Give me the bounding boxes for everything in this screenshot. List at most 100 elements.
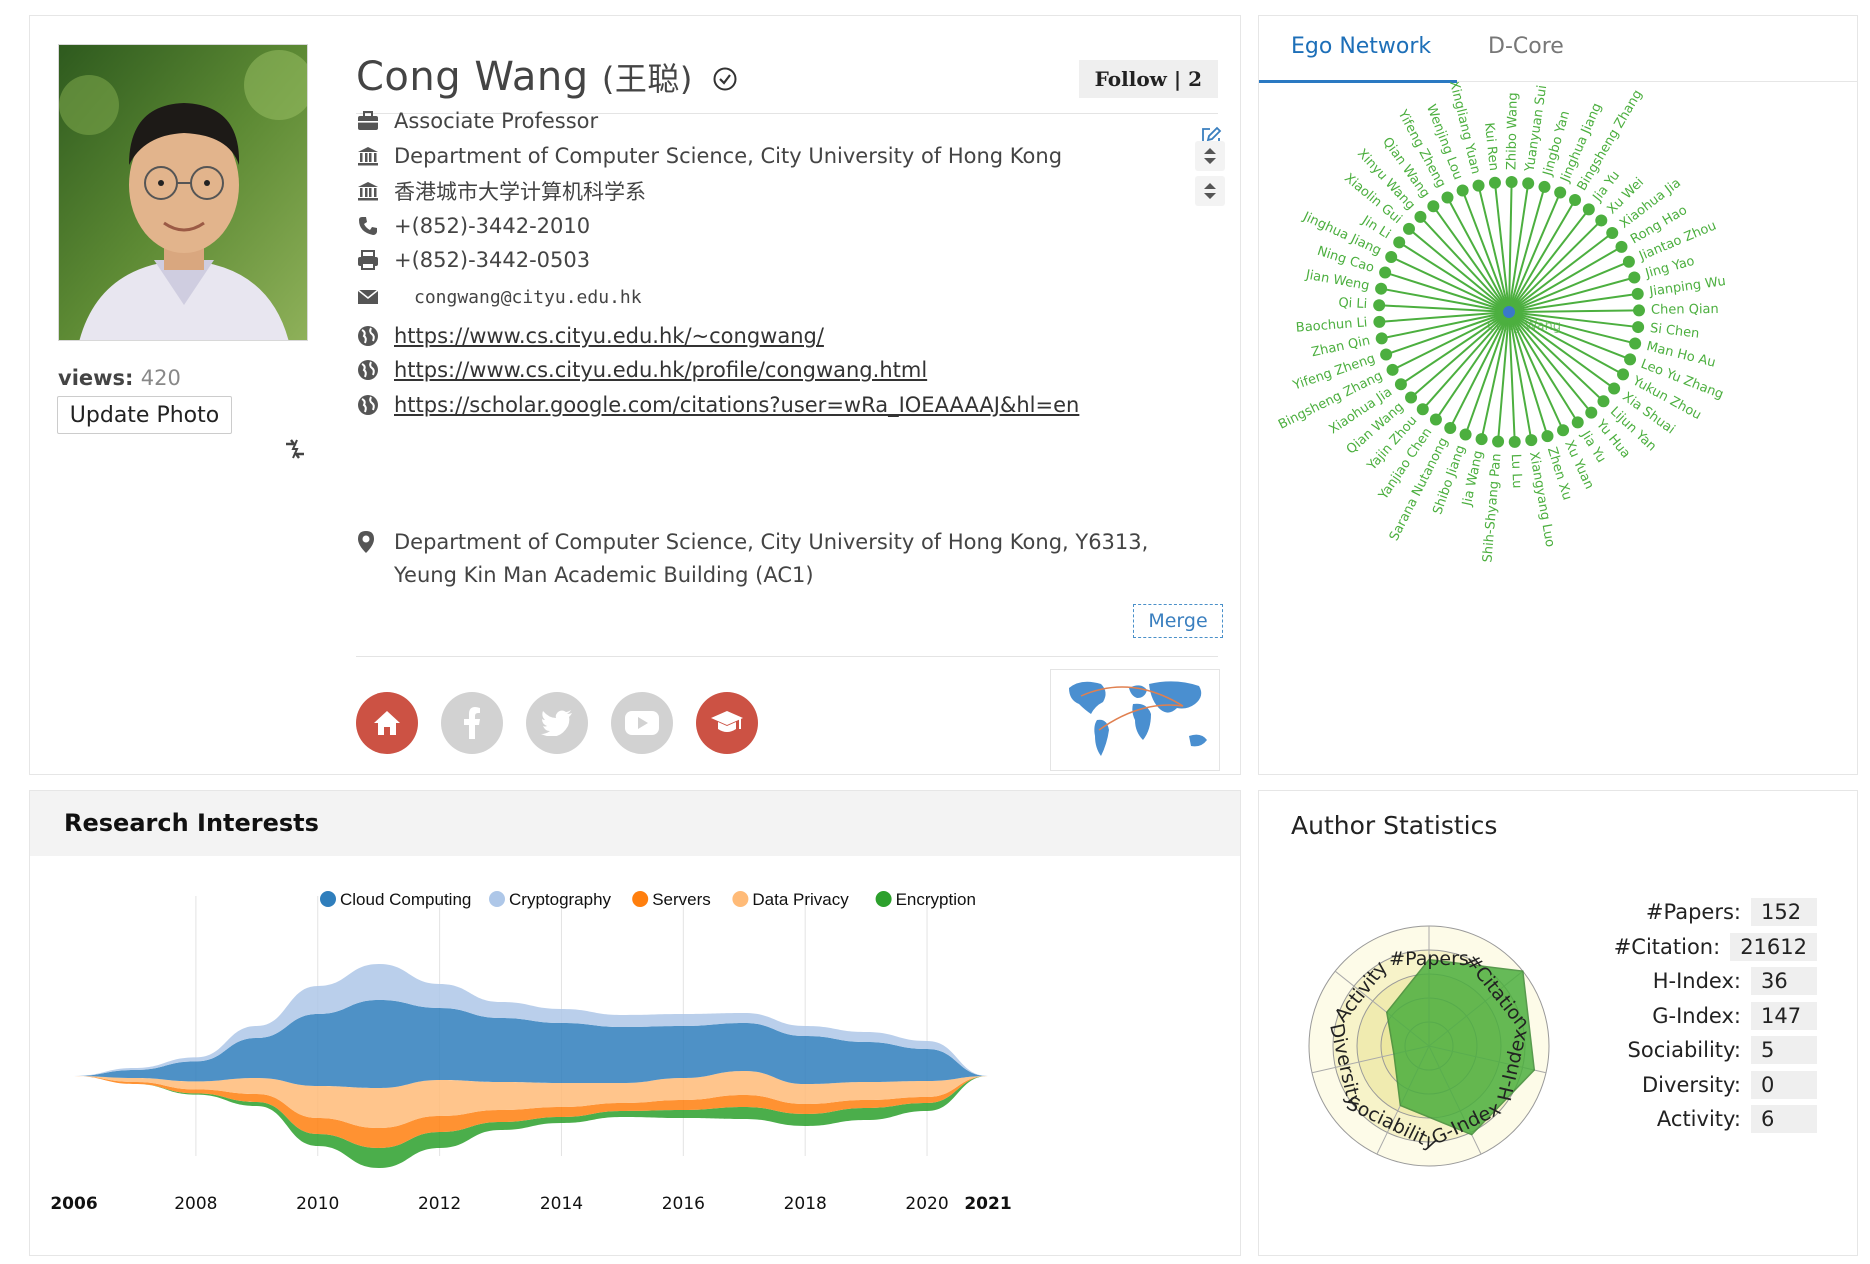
- network-node[interactable]: [1403, 222, 1416, 235]
- network-tabs: Ego Network D-Core: [1259, 16, 1857, 83]
- network-node[interactable]: [1571, 416, 1584, 429]
- network-node[interactable]: [1416, 403, 1429, 416]
- network-node[interactable]: [1385, 251, 1398, 264]
- network-node[interactable]: [1429, 413, 1442, 426]
- update-photo-button[interactable]: Update Photo: [57, 396, 232, 434]
- network-node[interactable]: [1492, 435, 1505, 448]
- network-node[interactable]: [1386, 363, 1399, 376]
- author-statistics-radar: #Papers#CitationH-IndexG-IndexSociabilit…: [1308, 925, 1550, 1167]
- network-node-label: Si Chen: [1649, 321, 1700, 342]
- profile-link[interactable]: https://www.cs.cityu.edu.hk/profile/cong…: [394, 358, 927, 382]
- ego-network-graph[interactable]: Zhibo Wang Yuanyuan SuiJingbo YanJinghua …: [1259, 82, 1857, 642]
- affiliation-row: Department of Computer Science, City Uni…: [356, 140, 1062, 172]
- network-node[interactable]: [1472, 179, 1485, 192]
- network-node[interactable]: [1538, 180, 1551, 193]
- network-node[interactable]: [1525, 434, 1538, 447]
- youtube-icon[interactable]: [611, 692, 673, 754]
- network-node[interactable]: [1608, 382, 1621, 395]
- stat-label: Activity:: [1656, 1107, 1741, 1131]
- author-name: Cong Wang: [356, 54, 589, 100]
- merge-button[interactable]: Merge: [1133, 604, 1223, 638]
- legend-label[interactable]: Encryption: [896, 890, 976, 909]
- network-node[interactable]: [1582, 203, 1595, 216]
- network-node[interactable]: [1375, 332, 1388, 345]
- network-node[interactable]: [1554, 186, 1567, 199]
- legend-swatch: [489, 891, 505, 907]
- network-node[interactable]: [1488, 176, 1501, 189]
- graduation-cap-icon[interactable]: [696, 692, 758, 754]
- network-node[interactable]: [1557, 424, 1570, 437]
- views-label: views:: [58, 366, 134, 390]
- affiliation-cn-text: 香港城市大学计算机科学系: [394, 180, 646, 204]
- stat-value: 36: [1751, 967, 1817, 995]
- views-counter: views: 420: [58, 366, 181, 390]
- network-node[interactable]: [1585, 406, 1598, 419]
- twitter-icon[interactable]: [526, 692, 588, 754]
- network-node[interactable]: [1373, 315, 1386, 328]
- home-icon[interactable]: [356, 692, 418, 754]
- network-node[interactable]: [1629, 337, 1642, 350]
- position-row: Associate Professor: [356, 105, 598, 137]
- network-node[interactable]: [1622, 255, 1635, 268]
- fax-row: +(852)-3442-0503: [356, 244, 590, 276]
- network-node[interactable]: [1632, 304, 1645, 317]
- network-node[interactable]: [1427, 200, 1440, 213]
- scholar-link[interactable]: https://scholar.google.com/citations?use…: [394, 393, 1079, 417]
- stat-label: H-Index:: [1652, 969, 1741, 993]
- stat-value: 0: [1751, 1070, 1817, 1099]
- network-node[interactable]: [1414, 210, 1427, 223]
- network-node[interactable]: [1505, 176, 1518, 189]
- tab-d-core[interactable]: D-Core: [1488, 34, 1564, 59]
- world-map-icon: [1069, 681, 1207, 756]
- legend-label[interactable]: Cloud Computing: [340, 890, 471, 909]
- network-node[interactable]: [1393, 236, 1406, 249]
- network-node[interactable]: [1628, 271, 1641, 284]
- network-node[interactable]: [1373, 299, 1386, 312]
- network-node[interactable]: [1394, 378, 1407, 391]
- phone-icon: [356, 214, 380, 238]
- network-node[interactable]: [1375, 282, 1388, 295]
- world-map-thumbnail[interactable]: [1050, 669, 1220, 771]
- network-node[interactable]: [1456, 184, 1469, 197]
- network-node[interactable]: [1459, 428, 1472, 441]
- link-row-2: https://www.cs.cityu.edu.hk/profile/cong…: [356, 354, 927, 386]
- network-node[interactable]: [1522, 177, 1535, 190]
- affiliation-sort-stepper[interactable]: [1195, 141, 1225, 171]
- network-node[interactable]: [1405, 391, 1418, 404]
- address-row: Department of Computer Science, City Uni…: [356, 526, 1216, 592]
- network-node[interactable]: [1569, 194, 1582, 207]
- affiliation-cn-sort-stepper[interactable]: [1195, 176, 1225, 206]
- legend-swatch: [732, 891, 749, 907]
- legend-label[interactable]: Servers: [652, 890, 711, 909]
- network-node[interactable]: [1615, 240, 1628, 253]
- homepage-link[interactable]: https://www.cs.cityu.edu.hk/~congwang/: [394, 324, 824, 348]
- network-node[interactable]: [1595, 214, 1608, 227]
- x-tick-label: 2006: [50, 1194, 97, 1214]
- network-node[interactable]: [1541, 430, 1554, 443]
- network-center-node[interactable]: [1503, 306, 1515, 318]
- network-node[interactable]: [1508, 435, 1521, 448]
- network-node[interactable]: [1632, 321, 1645, 334]
- profile-photo-image: [59, 45, 307, 340]
- network-node[interactable]: [1631, 287, 1644, 300]
- legend-label[interactable]: Data Privacy: [752, 890, 849, 909]
- tab-ego-network[interactable]: Ego Network: [1291, 34, 1431, 59]
- network-node[interactable]: [1597, 395, 1610, 408]
- network-node[interactable]: [1379, 266, 1392, 279]
- follow-button[interactable]: Follow | 2: [1078, 60, 1218, 98]
- network-node[interactable]: [1444, 421, 1457, 434]
- network-node[interactable]: [1606, 226, 1619, 239]
- verified-icon: [712, 56, 738, 102]
- network-node[interactable]: [1617, 368, 1630, 381]
- divider: [356, 656, 1218, 657]
- network-node[interactable]: [1380, 348, 1393, 361]
- facebook-icon[interactable]: [441, 692, 503, 754]
- x-tick-label: 2021: [964, 1194, 1011, 1214]
- network-node[interactable]: [1475, 433, 1488, 446]
- swap-icon[interactable]: [280, 434, 310, 464]
- legend-label[interactable]: Cryptography: [509, 890, 612, 909]
- phone-row: +(852)-3442-2010: [356, 210, 590, 242]
- network-node[interactable]: [1441, 191, 1454, 204]
- network-node[interactable]: [1624, 353, 1637, 366]
- research-interests-header: Research Interests: [30, 791, 1240, 856]
